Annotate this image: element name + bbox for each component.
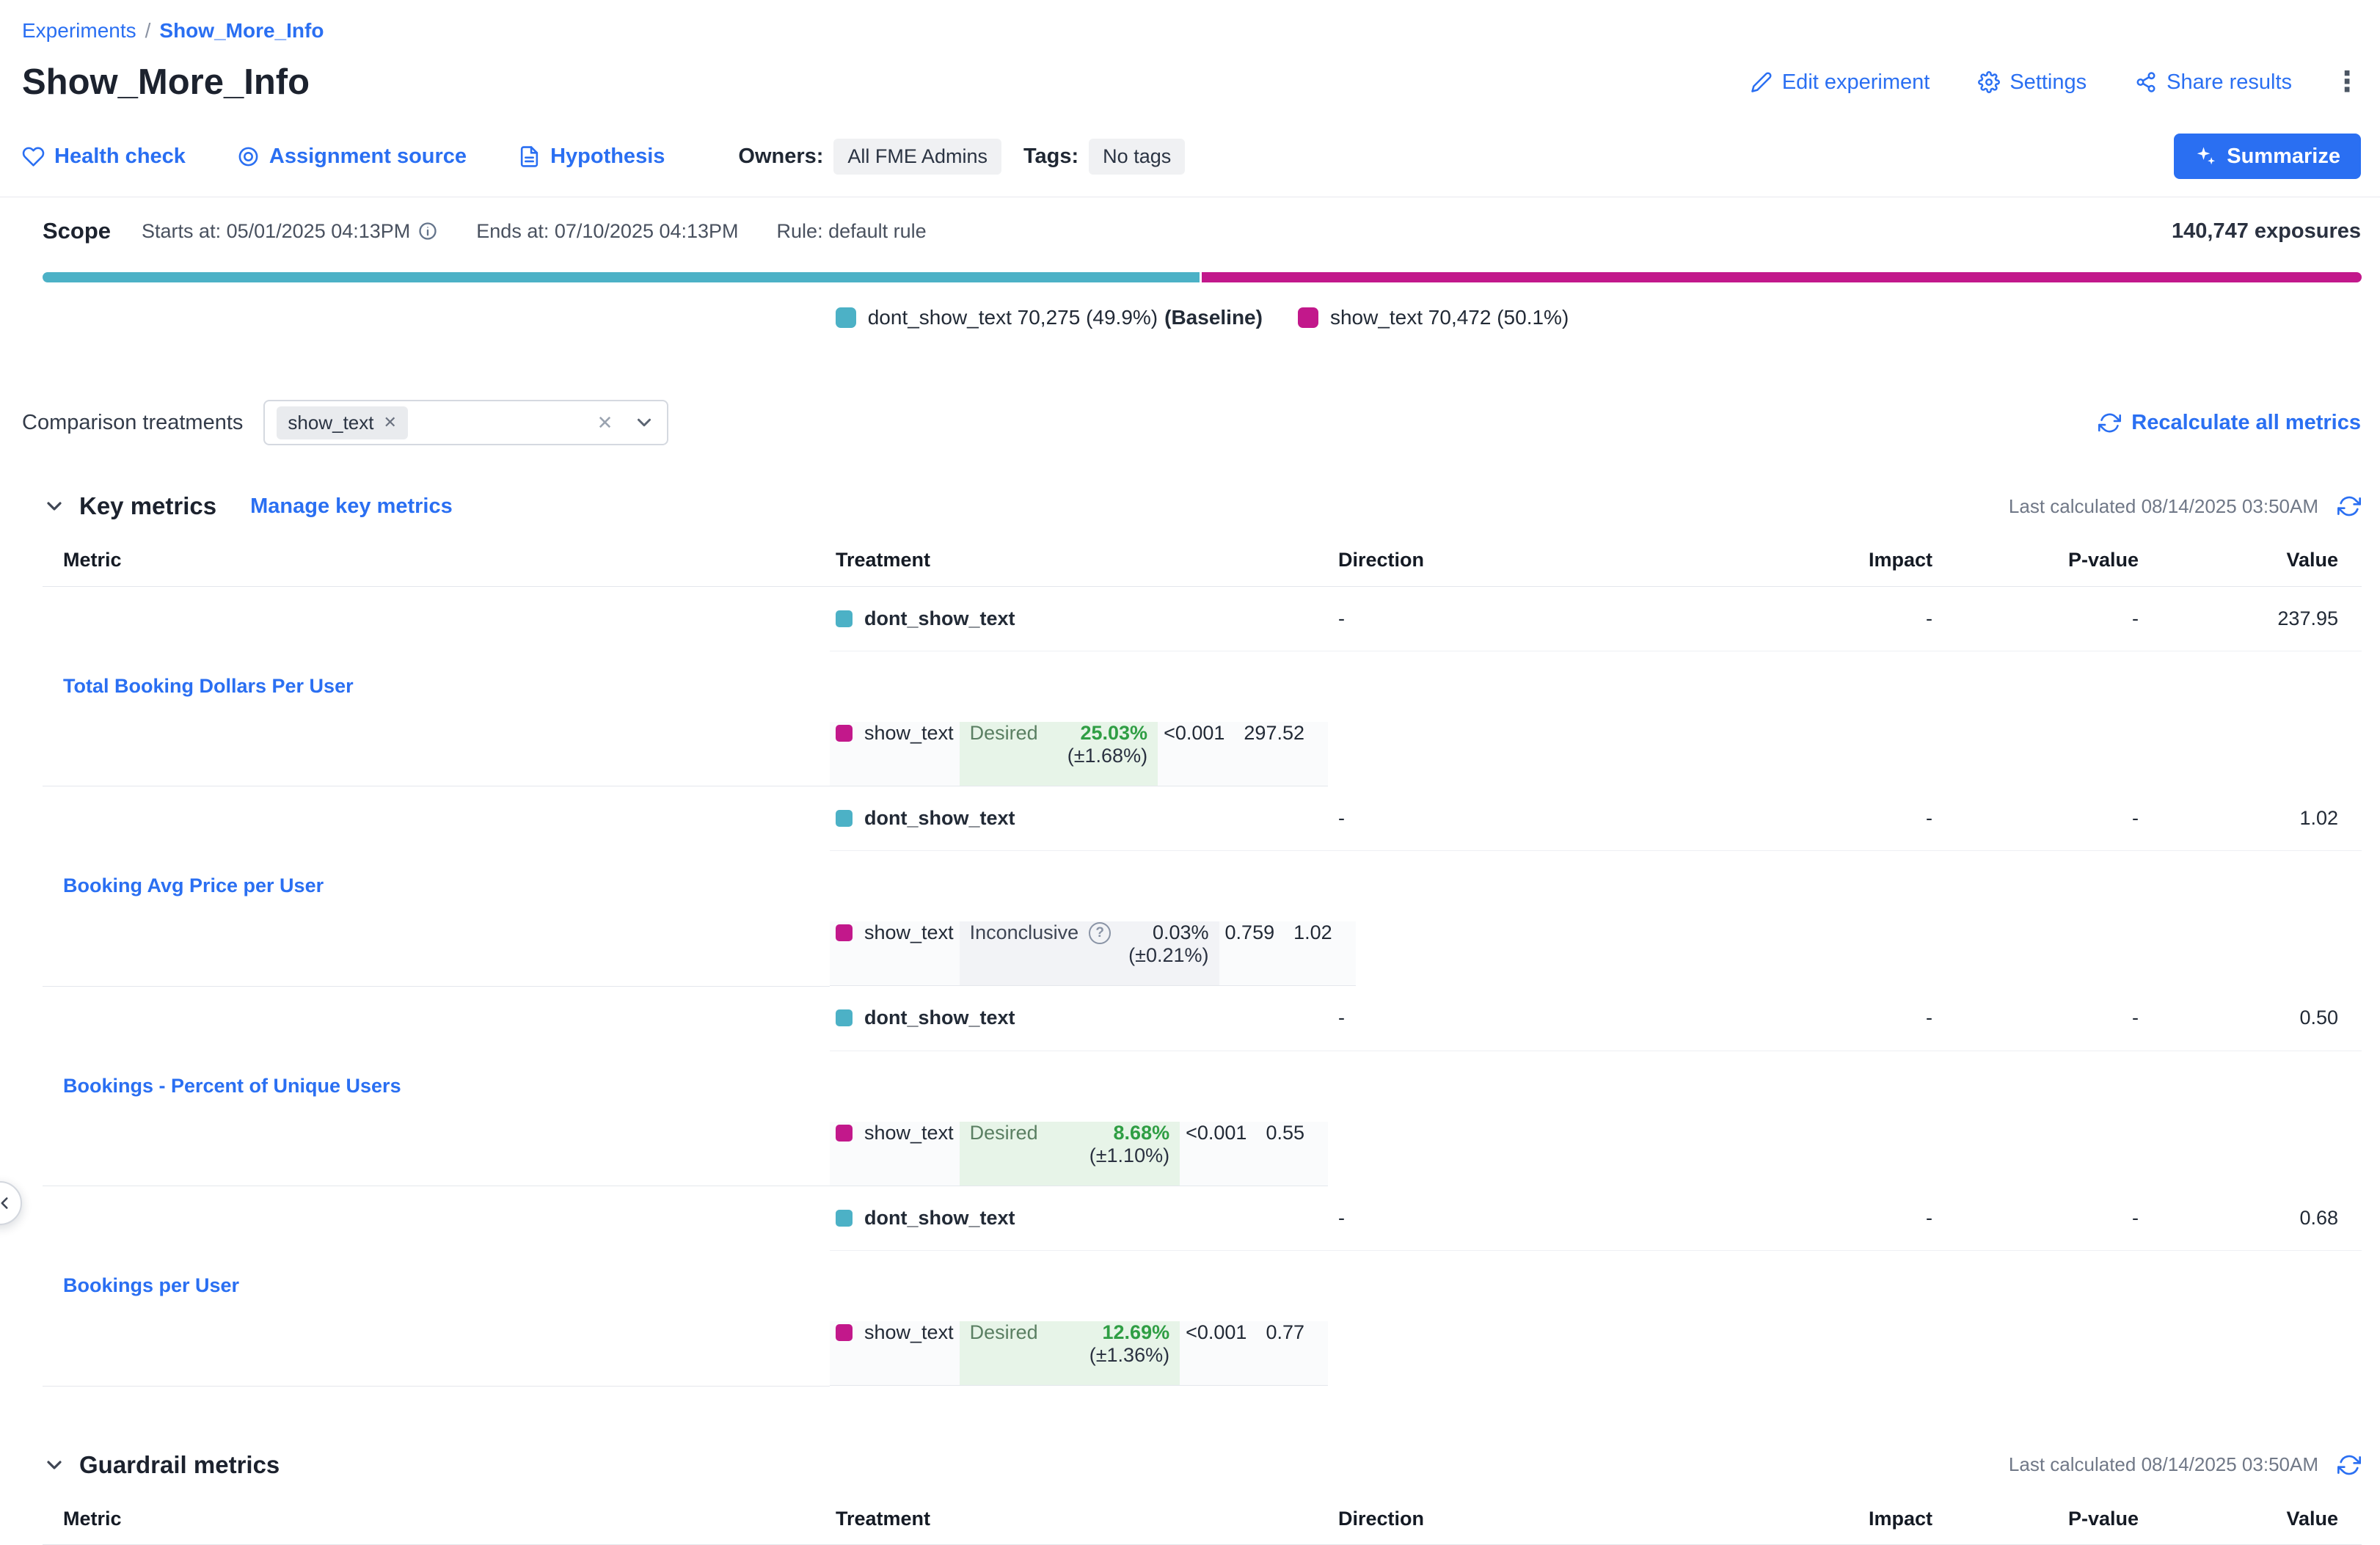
metric-row-baseline: Bookings - Percent of Unique Users dont_… xyxy=(43,986,2362,1051)
metric-row-baseline: Total Booking Dollars Per User dont_show… xyxy=(43,586,2362,651)
chip-close-icon[interactable]: ✕ xyxy=(383,413,396,432)
baseline-color-swatch xyxy=(836,307,856,328)
collapse-chevron-icon[interactable] xyxy=(43,1453,66,1477)
direction-badge: Desired xyxy=(960,1321,1044,1386)
guardrail-metrics-table: Metric Treatment Direction Impact P-valu… xyxy=(43,1494,2362,1545)
key-metrics-table: Metric Treatment Direction Impact P-valu… xyxy=(43,535,2362,1387)
tags-label: Tags: xyxy=(1023,145,1078,169)
selected-treatment-chip[interactable]: show_text ✕ xyxy=(277,406,408,439)
refresh-icon[interactable] xyxy=(2337,1453,2361,1477)
baseline-color-swatch xyxy=(836,1009,853,1026)
treatment-split-bar xyxy=(43,272,2362,282)
treatment-color-swatch xyxy=(1298,307,1318,328)
chevron-down-icon[interactable] xyxy=(633,412,655,434)
metric-row-baseline: Booking Avg Price per User dont_show_tex… xyxy=(43,786,2362,851)
key-metrics-section: Key metrics Manage key metrics Last calc… xyxy=(22,492,2361,1387)
pencil-icon xyxy=(1751,71,1773,93)
breadcrumb: Experiments / Show_More_Info xyxy=(22,19,2361,43)
last-calculated-text: Last calculated 08/14/2025 03:50AM xyxy=(2009,1453,2318,1476)
scope-label: Scope xyxy=(43,218,111,244)
refresh-icon[interactable] xyxy=(2337,494,2361,518)
refresh-icon xyxy=(2098,412,2121,434)
hypothesis-link[interactable]: Hypothesis xyxy=(518,145,665,169)
experiment-results-page: Experiments / Show_More_Info Show_More_I… xyxy=(0,0,2380,1545)
metric-row-comparison: show_text Desired 8.68%(±1.10%) <0.001 0… xyxy=(830,1122,1328,1186)
target-icon xyxy=(237,145,260,168)
metric-row-comparison: show_text Desired 12.69%(±1.36%) <0.001 … xyxy=(830,1321,1328,1386)
heart-icon xyxy=(22,145,45,168)
legend-item-baseline: dont_show_text 70,275 (49.9%) (Baseline) xyxy=(836,306,1263,329)
direction-badge: Desired xyxy=(960,1122,1044,1186)
key-metrics-title: Key metrics xyxy=(79,492,216,520)
treatment-color-swatch xyxy=(836,725,853,742)
direction-badge: Inconclusive? xyxy=(960,921,1117,986)
summarize-button[interactable]: Summarize xyxy=(2174,134,2361,179)
title-row: Show_More_Info Edit experiment Settings … xyxy=(22,62,2361,103)
split-legend: dont_show_text 70,275 (49.9%) (Baseline)… xyxy=(43,306,2362,329)
treatment-color-swatch xyxy=(836,1125,853,1142)
owners-chip: All FME Admins xyxy=(833,139,1001,175)
last-calculated-text: Last calculated 08/14/2025 03:50AM xyxy=(2009,495,2318,518)
header-actions: Edit experiment Settings Share results ⋮ xyxy=(1751,68,2361,96)
edit-experiment-button[interactable]: Edit experiment xyxy=(1751,70,1930,95)
guardrail-metrics-section: Guardrail metrics Last calculated 08/14/… xyxy=(22,1451,2361,1545)
settings-button[interactable]: Settings xyxy=(1978,70,2087,95)
metric-link[interactable]: Booking Avg Price per User xyxy=(63,874,324,896)
owners-label: Owners: xyxy=(738,145,823,169)
breadcrumb-current[interactable]: Show_More_Info xyxy=(159,19,324,43)
baseline-color-swatch xyxy=(836,810,853,827)
baseline-badge: (Baseline) xyxy=(1164,306,1263,329)
treatment-color-swatch xyxy=(836,924,853,941)
metric-link[interactable]: Bookings per User xyxy=(63,1274,239,1296)
kebab-menu-icon[interactable]: ⋮ xyxy=(2333,68,2361,96)
health-check-link[interactable]: Health check xyxy=(22,145,186,169)
chevron-left-icon xyxy=(0,1194,14,1213)
share-icon xyxy=(2135,71,2157,93)
breadcrumb-experiments[interactable]: Experiments xyxy=(22,19,136,43)
recalculate-all-metrics-button[interactable]: Recalculate all metrics xyxy=(2098,411,2361,435)
collapse-chevron-icon[interactable] xyxy=(43,494,66,518)
exposures-count: 140,747 exposures xyxy=(2172,219,2361,244)
baseline-bar-segment xyxy=(43,272,1200,282)
direction-badge: Desired xyxy=(960,722,1044,786)
sparkles-icon xyxy=(2194,145,2216,167)
guardrail-metrics-title: Guardrail metrics xyxy=(79,1451,280,1479)
comparison-treatments-select[interactable]: show_text ✕ ✕ xyxy=(263,400,668,445)
baseline-color-swatch xyxy=(836,1210,853,1227)
metric-row-baseline: Bookings per User dont_show_text - - - 0… xyxy=(43,1186,2362,1251)
meta-row: Health check Assignment source Hypothesi… xyxy=(22,134,2361,179)
clear-selection-icon[interactable]: ✕ xyxy=(597,412,613,434)
treatment-bar-segment xyxy=(1202,272,2362,282)
metric-link[interactable]: Bookings - Percent of Unique Users xyxy=(63,1075,401,1097)
comparison-treatments-row: Comparison treatments show_text ✕ ✕ Reca… xyxy=(22,400,2361,445)
page-title: Show_More_Info xyxy=(22,62,310,103)
share-results-button[interactable]: Share results xyxy=(2135,70,2292,95)
metric-row-comparison: show_text Inconclusive? 0.03%(±0.21%) 0.… xyxy=(830,921,1328,986)
metric-row-comparison: show_text Desired 25.03%(±1.68%) <0.001 … xyxy=(830,722,1328,786)
baseline-color-swatch xyxy=(836,610,853,627)
info-icon[interactable] xyxy=(417,221,438,241)
scope-starts-at: Starts at: 05/01/2025 04:13PM xyxy=(142,220,438,243)
question-icon[interactable]: ? xyxy=(1089,922,1111,944)
scope-section: Scope Starts at: 05/01/2025 04:13PM Ends… xyxy=(22,218,2361,329)
metric-link[interactable]: Total Booking Dollars Per User xyxy=(63,675,354,697)
document-icon xyxy=(518,145,541,168)
table-header-row: Metric Treatment Direction Impact P-valu… xyxy=(43,1494,2362,1545)
treatment-color-swatch xyxy=(836,1324,853,1341)
breadcrumb-separator: / xyxy=(145,19,151,43)
legend-item-treatment: show_text 70,472 (50.1%) xyxy=(1298,306,1569,329)
comparison-treatments-label: Comparison treatments xyxy=(22,411,243,435)
tags-chip: No tags xyxy=(1089,139,1185,175)
gear-icon xyxy=(1978,71,2000,93)
scope-ends-at: Ends at: 07/10/2025 04:13PM xyxy=(476,220,738,243)
manage-key-metrics-link[interactable]: Manage key metrics xyxy=(250,494,453,519)
scope-rule: Rule: default rule xyxy=(777,220,927,243)
table-header-row: Metric Treatment Direction Impact P-valu… xyxy=(43,535,2362,586)
assignment-source-link[interactable]: Assignment source xyxy=(237,145,467,169)
